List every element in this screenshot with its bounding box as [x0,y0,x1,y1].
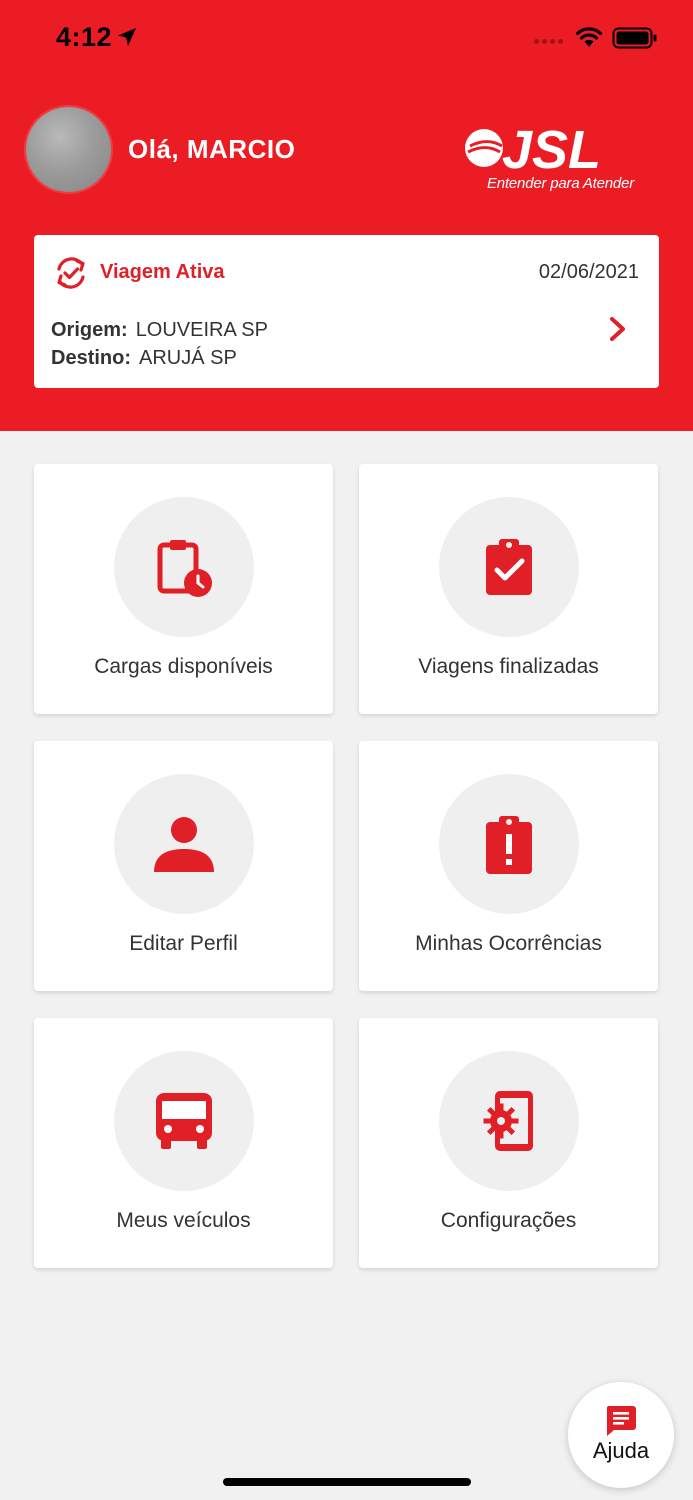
tile-icon-circle [114,774,254,914]
bus-icon [156,1093,212,1149]
destination-label: Destino: [51,347,131,369]
tile-icon-circle [439,774,579,914]
tile-icon-circle [439,1051,579,1191]
tile-icon-circle [439,497,579,637]
trip-origin: Origem: LOUVEIRA SP [51,319,268,342]
status-time: 4:12 [56,22,113,52]
help-button[interactable]: Ajuda [568,1382,674,1488]
tile-label: Cargas disponíveis [94,655,273,678]
status-bar: 4:12 [0,0,693,80]
clipboard-check-icon [486,539,532,595]
svg-text:JSL: JSL [502,120,601,180]
tile-icon-circle [114,497,254,637]
tile-meus-veiculos[interactable]: Meus veículos [34,1018,333,1268]
home-indicator [223,1478,471,1486]
tile-configuracoes[interactable]: Configurações [359,1018,658,1268]
help-label: Ajuda [592,1438,650,1463]
tile-label: Configurações [440,1209,577,1232]
tile-label: Minhas Ocorrências [415,932,602,955]
destination-value: ARUJÁ SP [139,347,237,369]
phone-settings-icon [483,1091,533,1151]
tile-icon-circle [114,1051,254,1191]
trip-status-title: Viagem Ativa [100,261,225,283]
cellular-signal-icon [534,39,563,44]
clipboard-clock-icon [157,540,212,597]
tile-label: Viagens finalizadas [418,655,599,678]
wifi-icon [575,27,603,47]
chevron-right-icon[interactable] [606,315,630,343]
greeting-text: Olá, MARCIO [128,134,296,164]
person-icon [154,817,214,872]
tile-viagens-finalizadas[interactable]: Viagens finalizadas [359,464,658,714]
clipboard-alert-icon [486,816,532,874]
logo-tagline: Entender para Atender [487,175,635,192]
avatar[interactable] [26,107,111,192]
origin-label: Origem: [51,319,128,341]
location-arrow-icon [118,28,136,46]
trip-destination: Destino: ARUJÁ SP [51,347,237,370]
header: 4:12 Olá, MARCIO JSL Entender para Atend… [0,0,693,431]
tile-label: Editar Perfil [129,932,238,955]
tile-label: Meus veículos [116,1209,251,1232]
trip-date: 02/06/2021 [538,261,639,283]
active-trip-card[interactable]: Viagem Ativa 02/06/2021 Origem: LOUVEIRA … [34,235,659,388]
chat-icon [606,1406,636,1436]
tile-minhas-ocorrencias[interactable]: Minhas Ocorrências [359,741,658,991]
tile-editar-perfil[interactable]: Editar Perfil [34,741,333,991]
tile-cargas-disponiveis[interactable]: Cargas disponíveis [34,464,333,714]
origin-value: LOUVEIRA SP [135,319,268,341]
sync-check-icon [57,257,85,289]
battery-icon [612,27,657,49]
